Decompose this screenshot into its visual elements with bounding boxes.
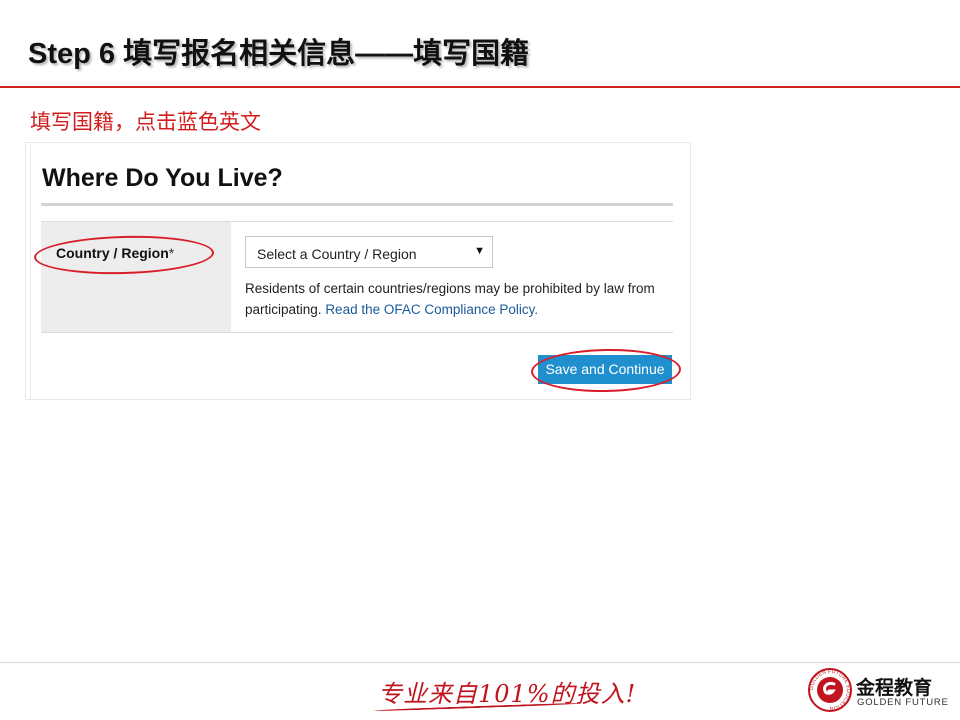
footer-divider [0,662,960,663]
golden-future-logo-icon: GOLDEN FUTURE EDUCATION [808,668,852,712]
footer-slogan: 专业来自101%的投入! [378,680,637,708]
row-divider-bottom [41,332,673,333]
chevron-down-icon: ▼ [474,245,485,257]
brand-name-en: GOLDEN FUTURE [857,697,949,708]
heading-divider [41,203,673,206]
required-asterisk: * [168,245,175,261]
slide-title: Step 6 填写报名相关信息——填写国籍 [28,38,530,70]
ofac-policy-link[interactable]: Read the OFAC Compliance Policy. [325,302,538,317]
label-cell [41,222,231,332]
title-divider [0,86,960,88]
brand-name-cn: 金程教育 [856,678,933,699]
country-region-label: Country / Region* [56,245,174,261]
instruction-text: 填写国籍，点击蓝色英文 [30,111,261,134]
help-text: Residents of certain countries/regions m… [245,278,665,320]
save-and-continue-button[interactable]: Save and Continue [538,355,672,384]
country-region-select[interactable]: Select a Country / Region ▼ [245,236,493,268]
form-heading: Where Do You Live? [42,164,283,192]
country-region-select-value: Select a Country / Region [257,246,417,262]
country-region-label-text: Country / Region [56,245,169,261]
